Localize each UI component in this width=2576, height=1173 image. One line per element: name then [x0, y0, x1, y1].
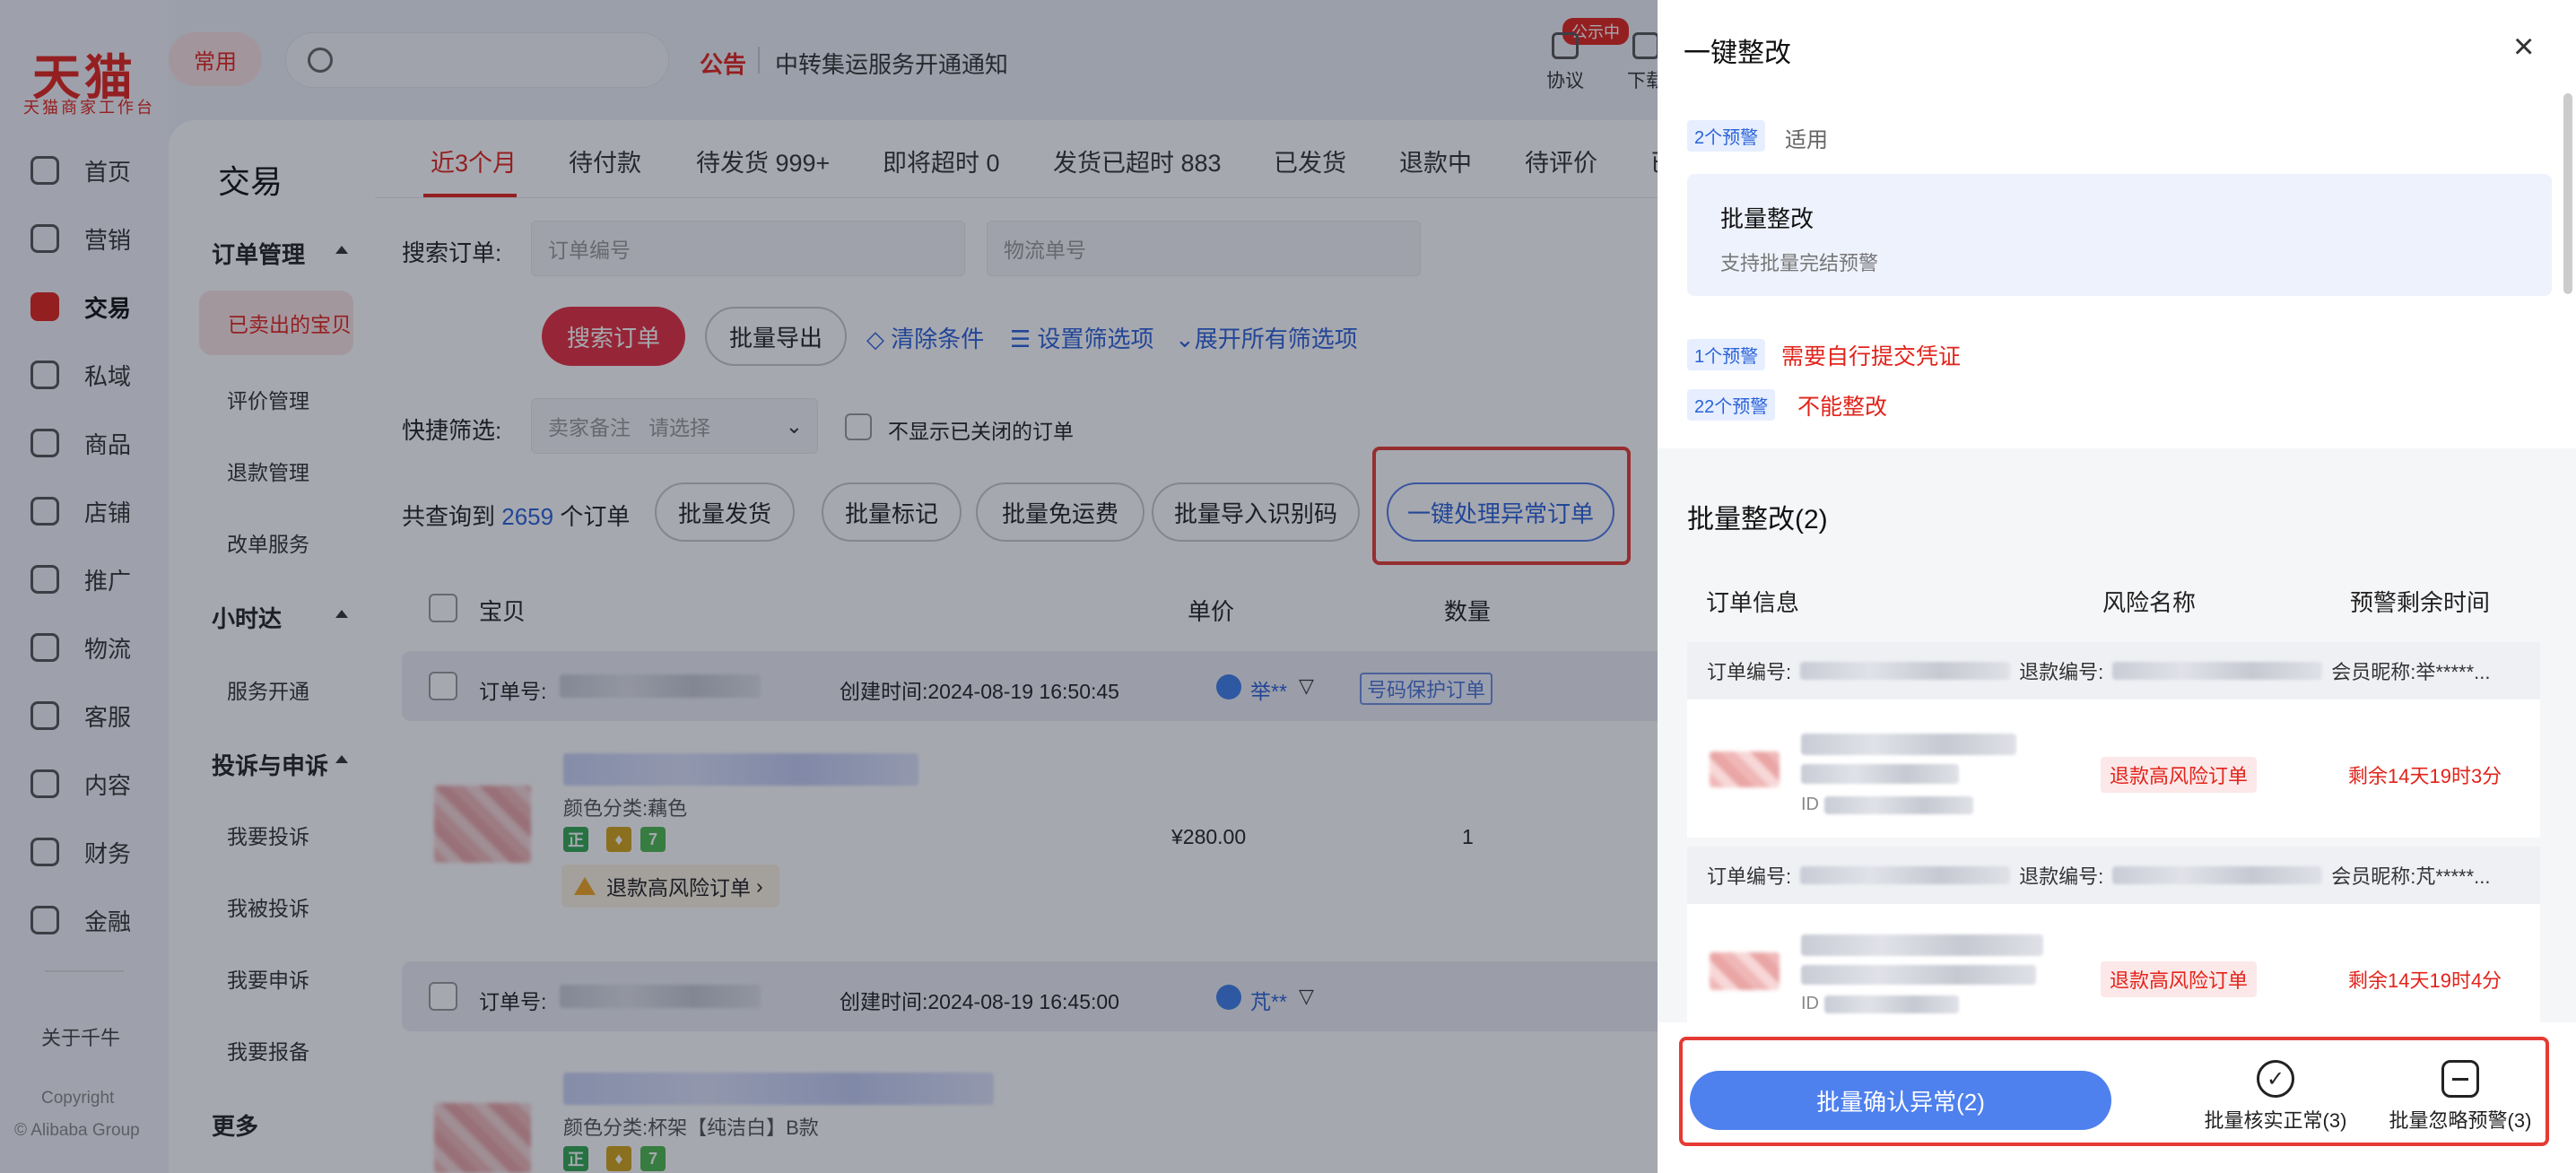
close-icon[interactable]: × — [2513, 29, 2534, 65]
need-proof-label: 需要自行提交凭证 — [1781, 344, 1962, 369]
remaining-time: 剩余14天19时3分 — [2348, 765, 2502, 787]
drawer-row-header: 订单编号: 退款编号: 会员昵称:芃*****... — [1687, 847, 2540, 904]
product-title-redacted — [1801, 934, 2043, 956]
bulk-section-title: 批量整改(2) — [1687, 505, 1828, 534]
product-id: ID — [1801, 994, 1819, 1013]
remaining-time: 剩余14天19时4分 — [2348, 969, 2502, 992]
col-risk-name: 风险名称 — [2102, 589, 2197, 616]
app-root: 天猫 天猫商家工作台 首页 营销 交易 私域 商品 店铺 推广 物流 客服 内容… — [0, 0, 2576, 1173]
bulk-rectify-subtitle: 支持批量完结预警 — [1720, 252, 1879, 274]
product-image — [1710, 952, 1780, 990]
drawer-row-header: 订单编号: 退款编号: 会员昵称:举*****... — [1687, 642, 2540, 699]
product-title-redacted — [1801, 965, 2036, 985]
applicable-count-tag: 2个预警 — [1687, 120, 1766, 152]
bulk-rectify-title: 批量整改 — [1720, 205, 1815, 232]
drawer-scrollbar[interactable] — [2563, 93, 2572, 294]
product-title-redacted — [1801, 734, 2016, 755]
order-no-redacted — [1800, 662, 2011, 680]
applicable-label: 适用 — [1785, 128, 1828, 152]
risk-name-badge: 退款高风险订单 — [2101, 757, 2258, 793]
highlight-box — [1679, 1037, 2549, 1146]
col-remaining-time: 预警剩余时间 — [2350, 589, 2491, 616]
drawer-title: 一键整改 — [1684, 39, 1791, 68]
modal-overlay[interactable] — [0, 0, 1658, 1173]
product-image — [1710, 752, 1780, 787]
product-id: ID — [1801, 795, 1819, 814]
cannot-rectify-label: 不能整改 — [1797, 395, 1888, 420]
bulk-rectify-card[interactable] — [1687, 174, 2552, 296]
col-order-info: 订单信息 — [1706, 589, 1800, 616]
product-id-redacted — [1824, 796, 1973, 814]
order-no-redacted — [1800, 866, 2011, 884]
need-proof-count-tag: 1个预警 — [1687, 339, 1766, 370]
refund-no-redacted — [2112, 662, 2323, 680]
product-title-redacted — [1801, 764, 1959, 784]
product-id-redacted — [1824, 995, 1959, 1013]
cannot-rectify-count-tag: 22个预警 — [1687, 389, 1776, 421]
risk-name-badge: 退款高风险订单 — [2101, 961, 2258, 997]
refund-no-redacted — [2112, 866, 2323, 884]
